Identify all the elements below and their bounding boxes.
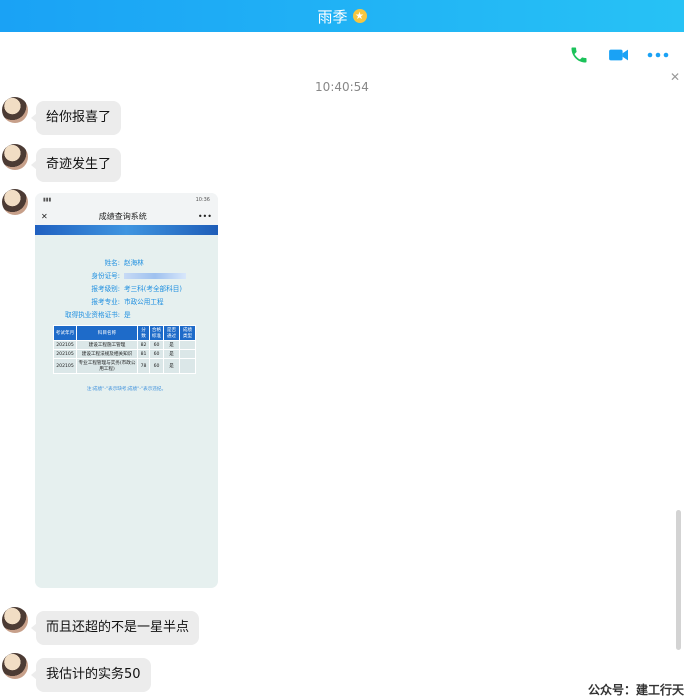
- table-cell: [179, 358, 196, 374]
- table-cell: 202105: [53, 349, 77, 359]
- table-cell: 202105: [53, 340, 77, 350]
- info-label: 取得执业资格证书:: [65, 311, 120, 319]
- table-row: 202105 专业工程管理与实务(市政公用工程) 78 60 是: [53, 358, 196, 374]
- column-header: 分数: [137, 325, 150, 341]
- more-icon: [647, 52, 669, 58]
- table-cell: 是: [163, 358, 180, 374]
- table-row: 202105 建设工程施工管理 82 60 是: [53, 340, 196, 350]
- table-cell: 78: [137, 358, 150, 374]
- column-header: 是否通过: [163, 325, 180, 341]
- info-label: 报考级别:: [91, 285, 120, 293]
- table-cell: 专业工程管理与实务(市政公用工程): [76, 358, 138, 374]
- message-timestamp: 10:40:54: [315, 80, 369, 94]
- voice-call-button[interactable]: [568, 44, 590, 66]
- more-icon: •••: [197, 211, 212, 221]
- table-footnote: 注:成绩"-"表示缺考;成绩"-"表示违纪。: [86, 387, 167, 392]
- info-label: 姓名:: [104, 259, 120, 267]
- table-cell: 60: [149, 340, 164, 350]
- image-message[interactable]: ▮▮▮ 10:36 ✕ 成绩查询系统 ••• 姓名: 赵海林 身份证号: 报考级别…: [35, 193, 218, 588]
- screen-title: 成绩查询系统: [98, 211, 147, 221]
- status-time: 10:36: [195, 197, 210, 203]
- column-header: 科目名称: [76, 325, 138, 341]
- table-cell: 202105: [53, 358, 77, 374]
- message-bubble[interactable]: 奇迹发生了: [30, 148, 122, 182]
- table-cell: 60: [149, 358, 164, 374]
- avatar[interactable]: [2, 144, 28, 170]
- avatar[interactable]: [2, 189, 28, 215]
- more-options-button[interactable]: [647, 44, 669, 66]
- phone-icon: [571, 47, 587, 63]
- table-cell: 82: [137, 340, 150, 350]
- info-value-redacted: [124, 270, 186, 283]
- table-cell: [179, 349, 196, 359]
- watermark-text: 公众号：建工行天: [587, 683, 684, 697]
- table-cell: 81: [137, 349, 150, 359]
- info-value: 考三科(考全部科目): [124, 285, 182, 293]
- phone-status-bar: ▮▮▮ 10:36: [35, 193, 218, 207]
- table-cell: [179, 340, 196, 350]
- message-bubble[interactable]: 给你报喜了: [30, 101, 122, 135]
- scrollbar[interactable]: [676, 510, 681, 650]
- info-value: 是: [124, 311, 131, 319]
- table-cell: 60: [149, 349, 164, 359]
- info-value: 市政公用工程: [124, 298, 164, 306]
- table-row: 202105 建设工程法规及相关知识 81 60 是: [53, 349, 196, 359]
- message-bubble[interactable]: 而且还超的不是一星半点: [30, 611, 200, 645]
- signal-icon: ▮▮▮: [43, 197, 52, 203]
- table-cell: 是: [163, 349, 180, 359]
- redaction-blur: [124, 273, 186, 279]
- star-icon: ★: [352, 9, 367, 23]
- window-title-bar: 雨季 ★: [0, 0, 684, 32]
- table-cell: 是: [163, 340, 180, 350]
- table-cell: 建设工程施工管理: [76, 340, 138, 350]
- column-header: 考试年月: [53, 325, 77, 341]
- video-camera-icon: [609, 49, 628, 61]
- table-cell: 建设工程法规及相关知识: [76, 349, 138, 359]
- avatar[interactable]: [2, 97, 28, 123]
- phone-header: ✕ 成绩查询系统 •••: [35, 207, 218, 225]
- info-label: 报考专业:: [91, 298, 120, 306]
- info-value: 赵海林: [124, 259, 144, 267]
- column-header: 成绩类型: [179, 325, 196, 341]
- banner: [35, 225, 218, 235]
- close-icon: ✕: [41, 211, 48, 221]
- avatar[interactable]: [2, 607, 28, 633]
- column-header: 合格标准: [149, 325, 164, 341]
- info-label: 身份证号:: [91, 272, 120, 280]
- candidate-info: 姓名: 赵海林 身份证号: 报考级别: 考三科(考全部科目) 报考专业: 市政公用工程…: [35, 257, 218, 322]
- video-call-button[interactable]: [608, 44, 630, 66]
- table-header-row: 考试年月 科目名称 分数 合格标准 是否通过 成绩类型: [53, 325, 196, 341]
- avatar[interactable]: [2, 653, 28, 679]
- message-bubble[interactable]: 我估计的实务50: [31, 658, 151, 692]
- score-table: 考试年月 科目名称 分数 合格标准 是否通过 成绩类型 202105 建设工程施…: [53, 325, 196, 374]
- contact-name: 雨季: [317, 7, 348, 26]
